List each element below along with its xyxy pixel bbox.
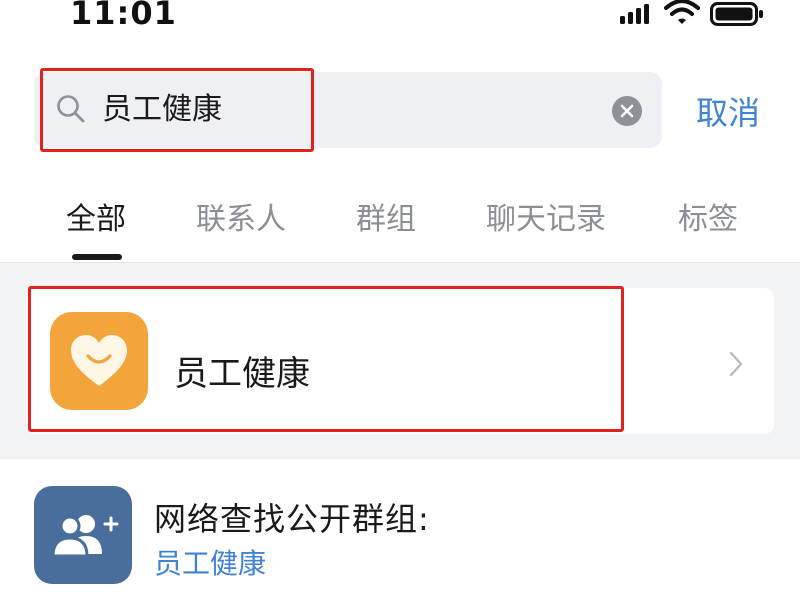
clear-search-button[interactable] (612, 96, 642, 126)
public-group-search-title: 网络查找公开群组: (154, 500, 430, 538)
cancel-button[interactable]: 取消 (696, 88, 760, 134)
chevron-right-icon (729, 351, 743, 377)
status-time: 11:01 (70, 0, 177, 32)
tab-chat-history[interactable]: 聊天记录 (486, 194, 606, 238)
battery-icon (710, 2, 763, 26)
status-bar: 11:01 (0, 0, 800, 34)
active-tab-indicator (72, 254, 122, 260)
public-group-search-query: 员工健康 (154, 547, 267, 580)
app-result-highlight-box (28, 286, 624, 432)
tab-all[interactable]: 全部 (66, 194, 126, 238)
search-highlight-box (40, 68, 314, 152)
wifi-icon (664, 0, 700, 24)
tab-contacts[interactable]: 联系人 (196, 194, 286, 238)
group-icon-tile (34, 486, 132, 584)
add-group-icon (51, 515, 119, 558)
tab-tags[interactable]: 标签 (678, 194, 738, 238)
signal-icon (620, 4, 649, 24)
tab-groups[interactable]: 群组 (356, 194, 416, 238)
close-icon (620, 104, 634, 118)
